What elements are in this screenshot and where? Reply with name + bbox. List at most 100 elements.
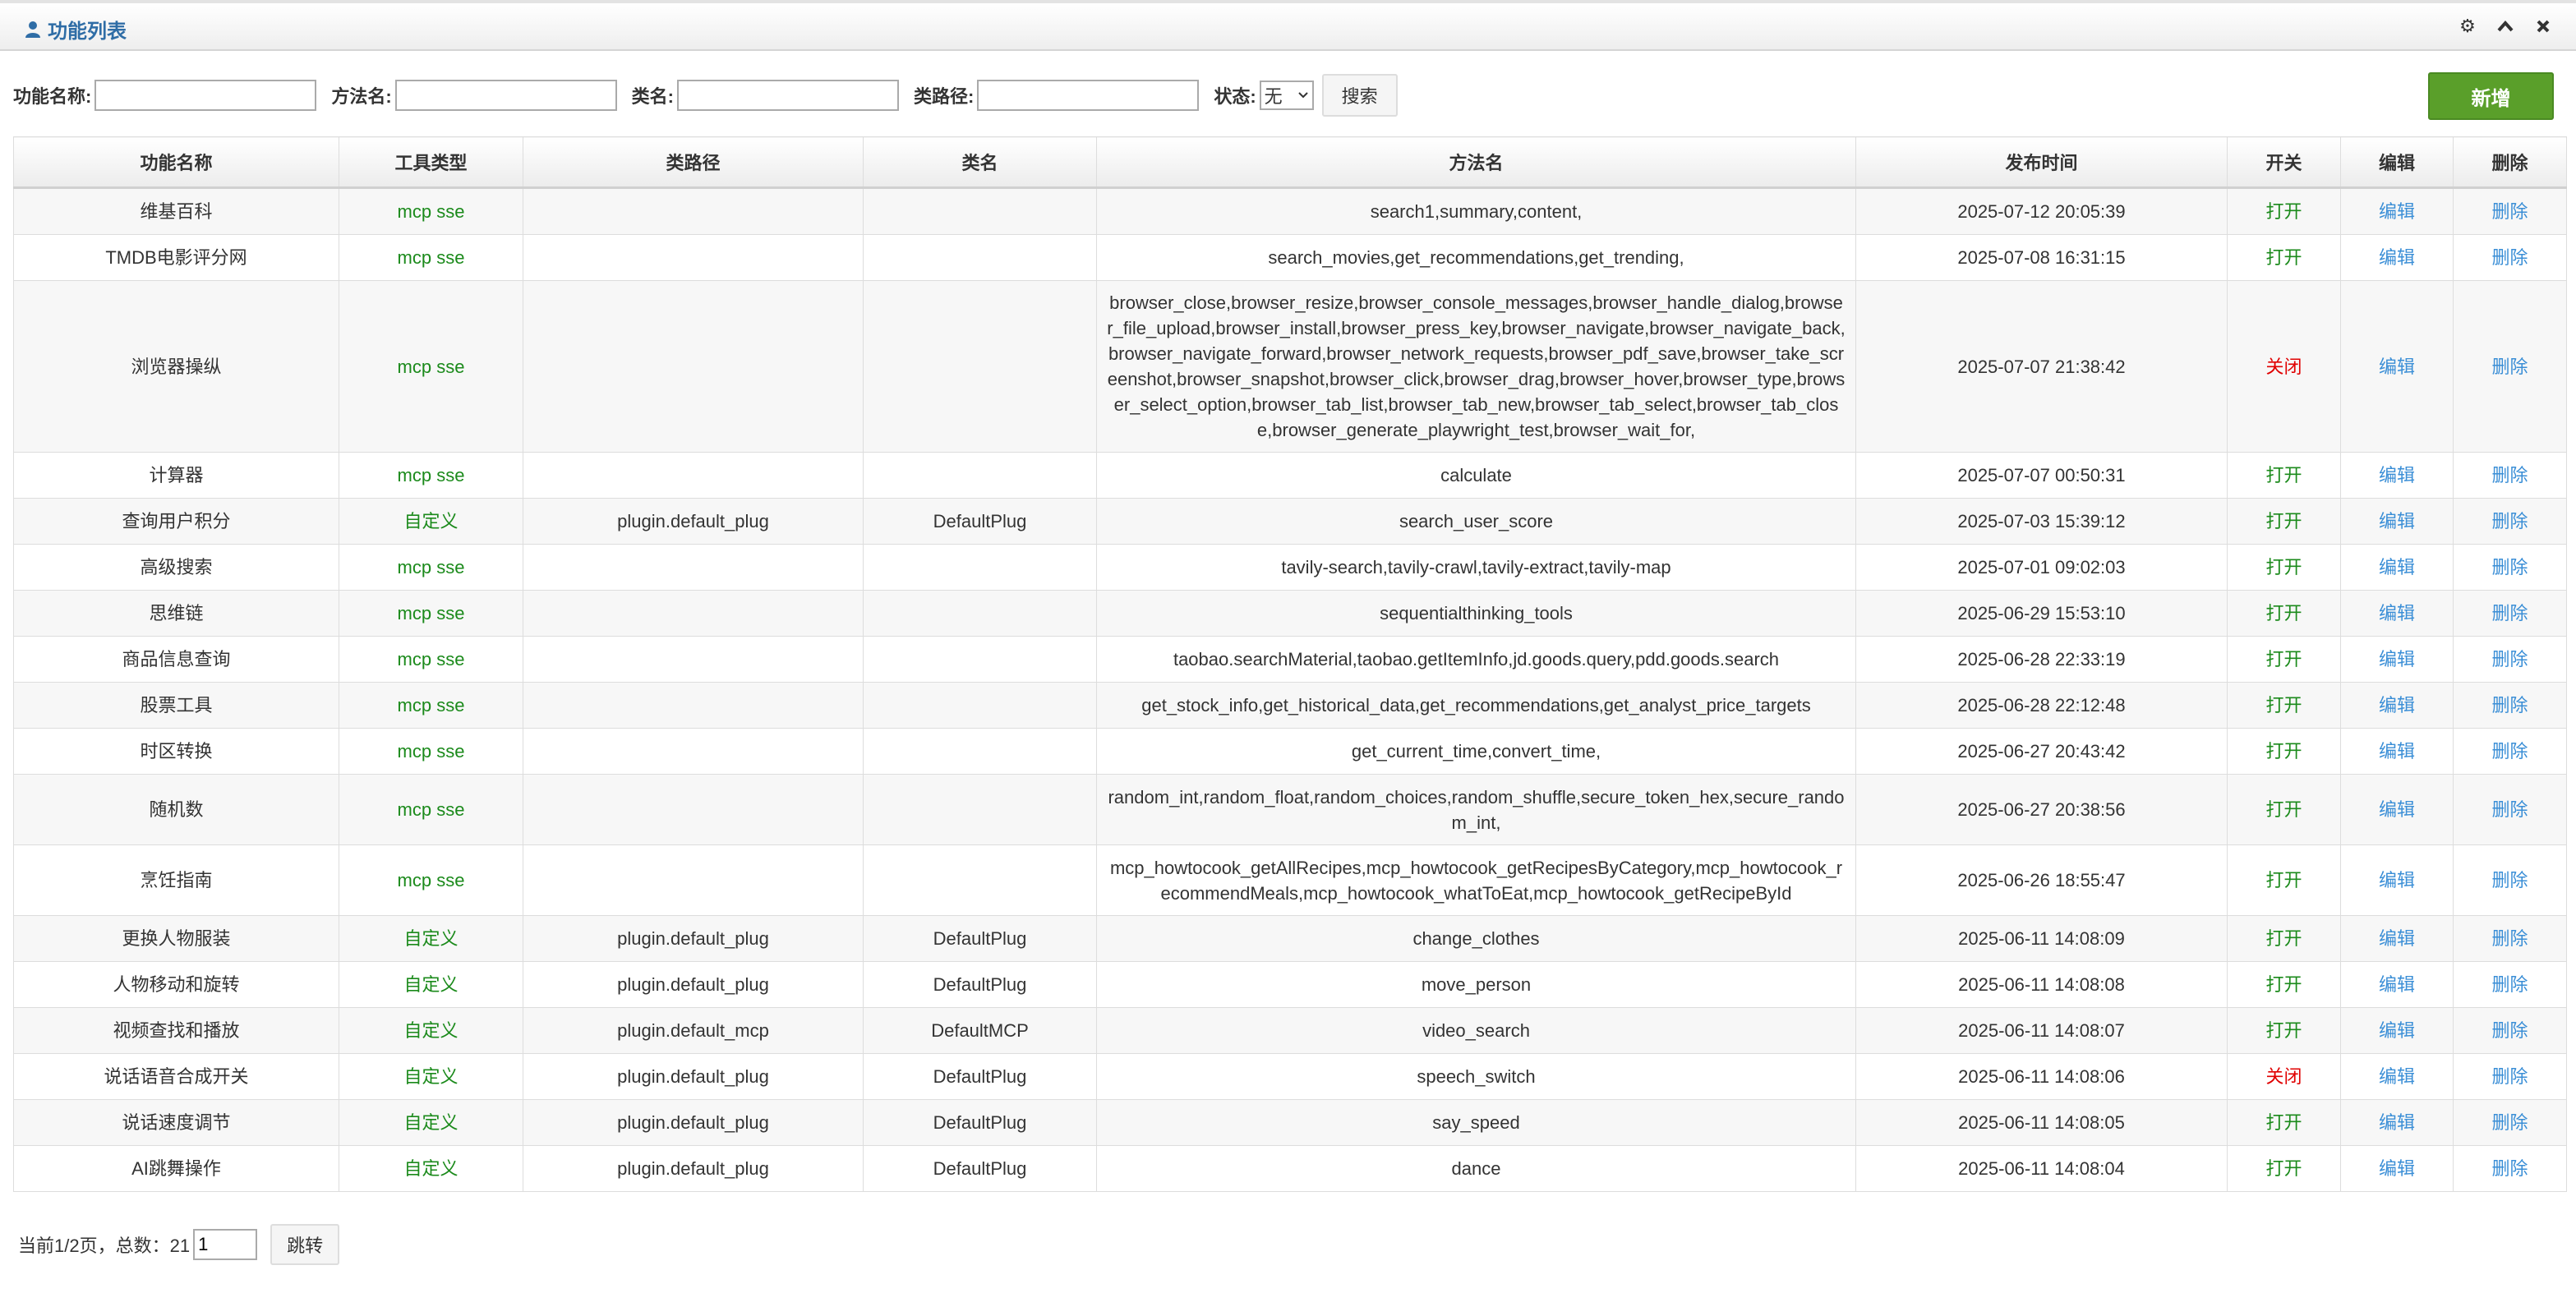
cell-switch[interactable]: 打开 [2227,544,2341,591]
cell-switch[interactable]: 关闭 [2227,280,2341,453]
edit-link[interactable]: 编辑 [2340,544,2454,591]
cell-tool-type: mcp sse [339,728,523,775]
x-icon [2537,20,2550,33]
cell-class-path: plugin.default_plug [523,915,864,962]
cell-switch[interactable]: 打开 [2227,1099,2341,1146]
title-bar: 功能列表 ⚙ [0,0,2576,51]
delete-link[interactable]: 删除 [2453,844,2567,916]
table-row: 浏览器操纵 mcp sse browser_close,browser_resize… [13,280,2567,453]
edit-link[interactable]: 编辑 [2340,234,2454,281]
delete-link[interactable]: 删除 [2453,728,2567,775]
cell-class-name: DefaultPlug [863,498,1097,545]
edit-link[interactable]: 编辑 [2340,774,2454,845]
edit-link[interactable]: 编辑 [2340,1099,2454,1146]
delete-link[interactable]: 删除 [2453,1099,2567,1146]
cell-class-path: plugin.default_plug [523,1145,864,1192]
cell-switch[interactable]: 打开 [2227,844,2341,916]
delete-link[interactable]: 删除 [2453,1007,2567,1054]
page-title: 功能列表 [48,21,127,43]
class-input[interactable] [676,80,899,111]
edit-link[interactable]: 编辑 [2340,187,2454,235]
table-row: 维基百科 mcp sse search1,summary,content, 2025-… [13,187,2567,235]
user-icon [25,21,40,38]
cell-switch[interactable]: 打开 [2227,452,2341,499]
delete-link[interactable]: 删除 [2453,187,2567,235]
cell-switch[interactable]: 打开 [2227,636,2341,683]
delete-link[interactable]: 删除 [2453,280,2567,453]
cell-class-name: DefaultPlug [863,1099,1097,1146]
cell-method: search1,summary,content, [1096,187,1856,235]
collapse-icon[interactable] [2494,15,2517,38]
path-label: 类路径: [913,86,975,107]
edit-link[interactable]: 编辑 [2340,682,2454,729]
delete-link[interactable]: 删除 [2453,234,2567,281]
delete-link[interactable]: 删除 [2453,636,2567,683]
delete-link[interactable]: 删除 [2453,590,2567,637]
cell-switch[interactable]: 打开 [2227,961,2341,1008]
gear-icon[interactable]: ⚙ [2456,15,2479,38]
edit-link[interactable]: 编辑 [2340,1007,2454,1054]
cell-switch[interactable]: 打开 [2227,1007,2341,1054]
delete-link[interactable]: 删除 [2453,774,2567,845]
cell-tool-type: mcp sse [339,187,523,235]
cell-class-path [523,452,864,499]
edit-link[interactable]: 编辑 [2340,844,2454,916]
edit-link[interactable]: 编辑 [2340,728,2454,775]
cell-switch[interactable]: 打开 [2227,234,2341,281]
cell-switch[interactable]: 打开 [2227,498,2341,545]
edit-link[interactable]: 编辑 [2340,636,2454,683]
cell-method: change_clothes [1096,915,1856,962]
col-header-class: 类名 [863,136,1097,189]
table-row: AI跳舞操作 自定义 plugin.default_plug DefaultPlug d… [13,1145,2567,1192]
delete-link[interactable]: 删除 [2453,915,2567,962]
col-header-switch: 开关 [2227,136,2341,189]
pagination: 当前1/2页，总数：21 跳转 [18,1224,340,1265]
edit-link[interactable]: 编辑 [2340,961,2454,1008]
name-input[interactable] [94,80,317,111]
delete-link[interactable]: 删除 [2453,961,2567,1008]
edit-link[interactable]: 编辑 [2340,1145,2454,1192]
delete-link[interactable]: 删除 [2453,682,2567,729]
path-input[interactable] [977,80,1200,111]
cell-switch[interactable]: 打开 [2227,1145,2341,1192]
cell-switch[interactable]: 关闭 [2227,1053,2341,1100]
cell-name: TMDB电影评分网 [13,234,339,281]
cell-switch[interactable]: 打开 [2227,682,2341,729]
edit-link[interactable]: 编辑 [2340,280,2454,453]
close-icon[interactable] [2532,15,2555,38]
cell-class-path [523,844,864,916]
edit-link[interactable]: 编辑 [2340,498,2454,545]
search-bar: 功能名称: 方法名: 类名: 类路径: 状态: 无 搜索 [13,72,1398,118]
edit-link[interactable]: 编辑 [2340,590,2454,637]
edit-link[interactable]: 编辑 [2340,915,2454,962]
jump-button[interactable]: 跳转 [270,1224,340,1265]
edit-link[interactable]: 编辑 [2340,1053,2454,1100]
delete-link[interactable]: 删除 [2453,1145,2567,1192]
add-button[interactable]: 新增 [2428,72,2554,120]
cell-switch[interactable]: 打开 [2227,774,2341,845]
cell-switch[interactable]: 打开 [2227,915,2341,962]
delete-link[interactable]: 删除 [2453,498,2567,545]
cell-tool-type: 自定义 [339,1053,523,1100]
cell-publish-time: 2025-07-01 09:02:03 [1855,544,2228,591]
cell-tool-type: mcp sse [339,280,523,453]
search-button[interactable]: 搜索 [1321,74,1398,117]
status-select[interactable]: 无 [1259,81,1314,110]
cell-switch[interactable]: 打开 [2227,187,2341,235]
delete-link[interactable]: 删除 [2453,1053,2567,1100]
table-row: 高级搜索 mcp sse tavily-search,tavily-crawl,ta… [13,544,2567,591]
cell-switch[interactable]: 打开 [2227,728,2341,775]
page-number-input[interactable] [193,1229,258,1260]
cell-name: 思维链 [13,590,339,637]
method-input[interactable] [394,80,617,111]
cell-class-path: plugin.default_plug [523,1053,864,1100]
cell-class-path [523,636,864,683]
cell-class-path [523,774,864,845]
delete-link[interactable]: 删除 [2453,452,2567,499]
delete-link[interactable]: 删除 [2453,544,2567,591]
col-header-name: 功能名称 [13,136,339,189]
edit-link[interactable]: 编辑 [2340,452,2454,499]
cell-name: 烹饪指南 [13,844,339,916]
cell-class-path [523,187,864,235]
cell-switch[interactable]: 打开 [2227,590,2341,637]
